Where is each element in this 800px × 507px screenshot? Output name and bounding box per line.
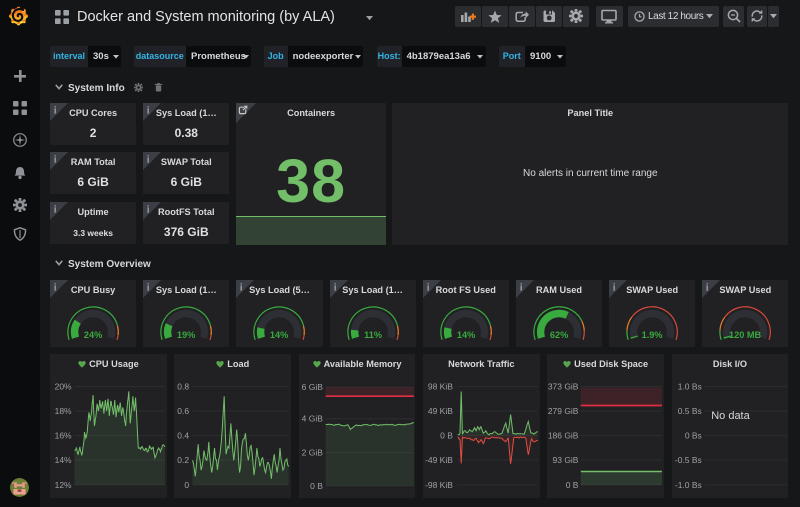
svg-text:1.9%: 1.9% [642,330,663,340]
svg-text:0 B: 0 B [310,481,323,491]
svg-text:No data: No data [711,410,750,422]
svg-text:0.4: 0.4 [178,430,190,440]
svg-text:120 MB: 120 MB [729,330,762,340]
svg-text:62%: 62% [550,330,568,340]
svg-text:0.8: 0.8 [178,382,190,392]
svg-text:16%: 16% [55,430,72,440]
svg-text:24%: 24% [84,330,102,340]
svg-text:-98 KiB: -98 KiB [425,480,453,490]
svg-text:0 B: 0 B [440,430,453,440]
svg-text:1.0 Bs: 1.0 Bs [677,382,701,392]
svg-text:373 GiB: 373 GiB [548,382,579,392]
svg-text:12%: 12% [55,480,72,490]
svg-text:186 GiB: 186 GiB [548,430,579,440]
svg-text:11%: 11% [364,330,382,340]
svg-text:0.5 Bs: 0.5 Bs [677,406,701,416]
svg-text:18%: 18% [55,406,72,416]
svg-text:49 KiB: 49 KiB [428,406,453,416]
svg-text:-1.0 Bs: -1.0 Bs [674,480,701,490]
svg-text:0 B: 0 B [566,480,579,490]
svg-text:0.6: 0.6 [178,406,190,416]
svg-text:93 GiB: 93 GiB [553,455,579,465]
svg-text:98 KiB: 98 KiB [428,382,453,392]
svg-text:0 Bs: 0 Bs [684,430,701,440]
svg-text:0.2: 0.2 [178,455,190,465]
svg-text:-49 KiB: -49 KiB [425,455,453,465]
svg-text:19%: 19% [177,330,195,340]
svg-text:4 GiB: 4 GiB [301,414,323,424]
svg-text:20%: 20% [55,382,72,392]
svg-text:6 GiB: 6 GiB [301,382,323,392]
svg-text:0: 0 [185,480,190,490]
svg-text:279 GiB: 279 GiB [548,406,579,416]
svg-text:14%: 14% [55,455,72,465]
svg-text:-0.5 Bs: -0.5 Bs [674,455,701,465]
svg-text:14%: 14% [270,330,288,340]
svg-text:14%: 14% [457,330,475,340]
svg-text:2 GiB: 2 GiB [301,448,323,458]
